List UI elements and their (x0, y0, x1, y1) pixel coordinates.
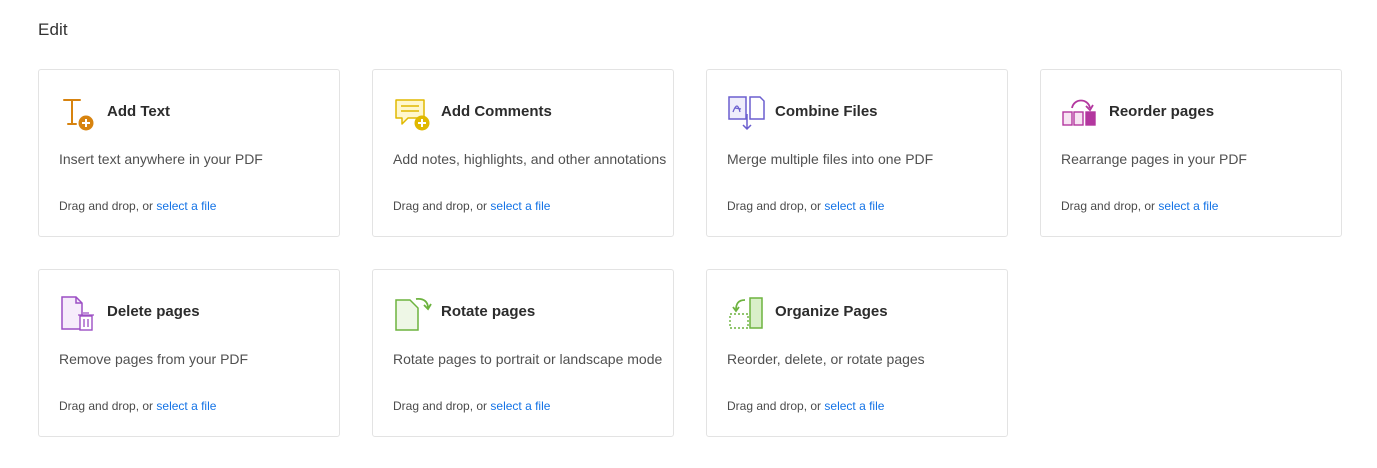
select-file-link[interactable]: select a file (156, 399, 216, 413)
card-drop-hint: Drag and drop, or select a file (393, 399, 550, 413)
select-file-link[interactable]: select a file (490, 399, 550, 413)
tool-card-combine-files[interactable]: Combine Files Merge multiple files into … (706, 69, 1008, 237)
card-title: Add Comments (441, 103, 552, 120)
card-title: Delete pages (107, 303, 200, 320)
select-file-link[interactable]: select a file (824, 199, 884, 213)
card-title: Add Text (107, 103, 171, 120)
combine-files-icon (728, 96, 768, 132)
rotate-pages-icon (394, 296, 434, 332)
add-comments-icon (394, 96, 434, 132)
card-title: Combine Files (775, 103, 878, 120)
card-description: Rearrange pages in your PDF (1061, 151, 1247, 167)
card-description: Insert text anywhere in your PDF (59, 151, 263, 167)
card-drop-hint: Drag and drop, or select a file (727, 199, 884, 213)
drop-text: Drag and drop, or (1061, 199, 1159, 213)
tool-card-add-text[interactable]: Add Text Insert text anywhere in your PD… (38, 69, 340, 237)
tool-card-reorder-pages[interactable]: Reorder pages Rearrange pages in your PD… (1040, 69, 1342, 237)
card-title: Organize Pages (775, 303, 888, 320)
card-drop-hint: Drag and drop, or select a file (393, 199, 550, 213)
select-file-link[interactable]: select a file (490, 199, 550, 213)
tool-card-organize-pages[interactable]: Organize Pages Reorder, delete, or rotat… (706, 269, 1008, 437)
card-description: Reorder, delete, or rotate pages (727, 351, 925, 367)
card-description: Merge multiple files into one PDF (727, 151, 934, 167)
card-drop-hint: Drag and drop, or select a file (59, 399, 216, 413)
card-title: Rotate pages (441, 303, 536, 320)
delete-pages-icon (60, 296, 100, 332)
tool-card-add-comments[interactable]: Add Comments Add notes, highlights, and … (372, 69, 674, 237)
drop-text: Drag and drop, or (727, 399, 825, 413)
drop-text: Drag and drop, or (727, 199, 825, 213)
card-title: Reorder pages (1109, 103, 1215, 120)
select-file-link[interactable]: select a file (1158, 199, 1218, 213)
drop-text: Drag and drop, or (393, 199, 491, 213)
select-file-link[interactable]: select a file (156, 199, 216, 213)
drop-text: Drag and drop, or (59, 399, 157, 413)
card-drop-hint: Drag and drop, or select a file (1061, 199, 1218, 213)
drop-text: Drag and drop, or (59, 199, 157, 213)
card-description: Rotate pages to portrait or landscape mo… (393, 351, 663, 367)
card-drop-hint: Drag and drop, or select a file (727, 399, 884, 413)
add-text-icon (60, 96, 100, 132)
tool-card-rotate-pages[interactable]: Rotate pages Rotate pages to portrait or… (372, 269, 674, 437)
card-description: Remove pages from your PDF (59, 351, 249, 367)
card-drop-hint: Drag and drop, or select a file (59, 199, 216, 213)
drop-text: Drag and drop, or (393, 399, 491, 413)
tools-grid: Add Text Insert text anywhere in your PD… (38, 69, 1342, 437)
organize-pages-icon (728, 296, 768, 332)
section-title: Edit (38, 20, 68, 39)
card-description: Add notes, highlights, and other annotat… (393, 151, 667, 167)
tool-card-delete-pages[interactable]: Delete pages Remove pages from your PDF … (38, 269, 340, 437)
reorder-pages-icon (1062, 96, 1102, 132)
select-file-link[interactable]: select a file (824, 399, 884, 413)
